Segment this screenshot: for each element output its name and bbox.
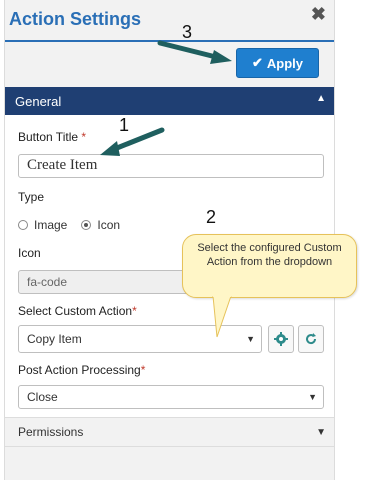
callout-tail xyxy=(212,295,232,338)
annotation-callout: Select the configured Custom Action from… xyxy=(182,234,357,298)
